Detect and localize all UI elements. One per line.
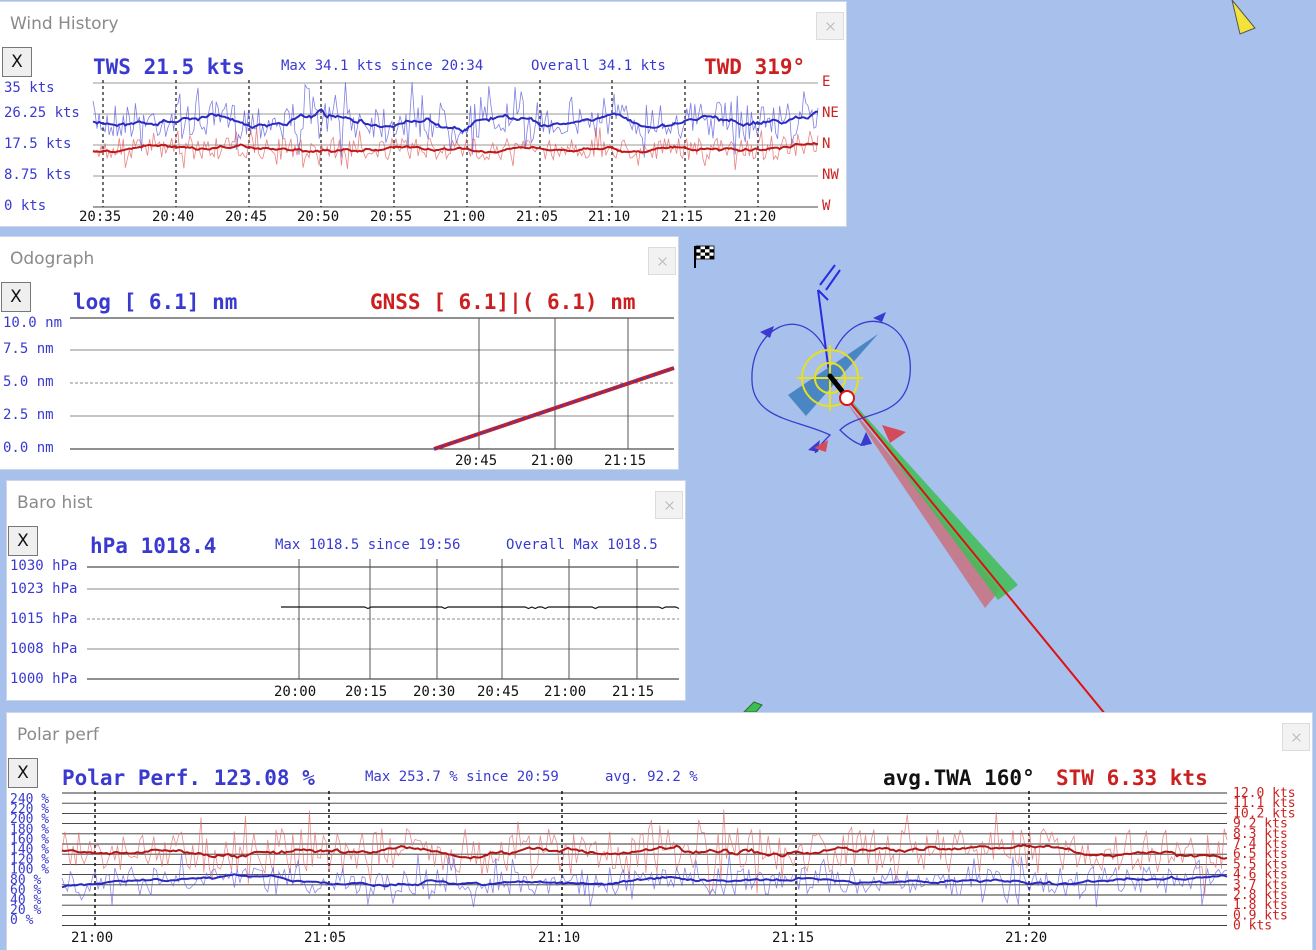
tick-label: 21:15 (661, 209, 704, 225)
tick-label: 21:00 (544, 684, 587, 700)
tick-label: 21:20 (1005, 930, 1048, 946)
tws-raw (92, 82, 819, 158)
odograph-panel[interactable]: Odograph X log [ 6.1] nm GNSS [ 6.1]|( 6… (0, 237, 678, 469)
laylines-red-sector (845, 400, 1000, 608)
tick-label: 21:00 (531, 453, 574, 469)
tick-label: 21:05 (304, 930, 347, 946)
tick-label: 20:00 (274, 684, 317, 700)
wind-arrow-icon (1231, 0, 1256, 35)
baro-panel[interactable]: Baro hist X hPa 1018.4 Max 1018.5 since … (7, 481, 685, 700)
tick-label: 20:45 (455, 453, 498, 469)
axis-label: 0 % (10, 913, 34, 928)
tick-label: 20:45 (225, 209, 268, 225)
waypoint-icon[interactable] (742, 701, 763, 713)
tick-label: 20:35 (79, 209, 122, 225)
finish-flag-icon (694, 245, 715, 268)
tick-label: 20:55 (370, 209, 413, 225)
tick-label: 21:10 (538, 930, 581, 946)
axis-label: 0 kts (1233, 919, 1272, 934)
pressure-line (281, 606, 680, 610)
polar-perf-panel[interactable]: Polar perf X Polar Perf. 123.08 % Max 25… (7, 713, 1312, 950)
wind-history-panel[interactable]: Wind History X TWS 21.5 kts Max 34.1 kts… (0, 2, 846, 226)
tick-label: 21:15 (772, 930, 815, 946)
tick-label: 20:50 (297, 209, 340, 225)
tick-label: 21:15 (604, 453, 647, 469)
tick-label: 21:00 (443, 209, 486, 225)
polar-marker (873, 312, 886, 322)
tick-label: 20:30 (413, 684, 456, 700)
stw-raw (61, 809, 1228, 896)
polar-plot: 240 %220 %200 %180 %160 %140 %120 %100 %… (10, 786, 1296, 934)
tick-label: 21:15 (612, 684, 655, 700)
laylines-green-sector (848, 397, 1018, 600)
odo-plot (70, 317, 675, 451)
baro-plot (87, 559, 680, 680)
tick-label: 20:40 (152, 209, 195, 225)
tick-label: 21:00 (71, 930, 114, 946)
tick-label: 21:05 (516, 209, 559, 225)
tick-label: 21:20 (734, 209, 777, 225)
tick-label: 20:15 (345, 684, 388, 700)
tick-label: 21:10 (588, 209, 631, 225)
wind-plot (92, 80, 819, 208)
tick-label: 20:45 (477, 684, 520, 700)
heading-line (839, 389, 1111, 721)
